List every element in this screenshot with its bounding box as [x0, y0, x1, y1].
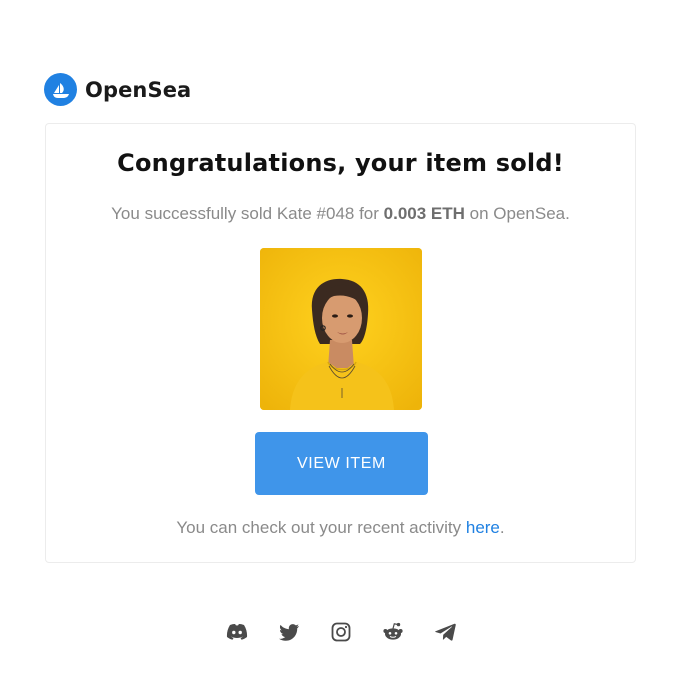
brand-header[interactable]: OpenSea	[44, 73, 191, 106]
activity-message-prefix: You can check out your recent activity	[176, 518, 466, 537]
social-links	[225, 620, 457, 644]
view-item-button[interactable]: VIEW ITEM	[255, 432, 428, 495]
telegram-icon[interactable]	[433, 620, 457, 644]
nft-portrait-image[interactable]	[260, 248, 422, 410]
sale-message-prefix: You successfully sold Kate #048 for	[111, 204, 384, 223]
activity-message-suffix: .	[499, 518, 505, 537]
sale-notification-card: Congratulations, your item sold! You suc…	[45, 123, 636, 563]
sale-amount: 0.003 ETH	[383, 204, 465, 223]
activity-here-link[interactable]: here	[466, 518, 500, 537]
email-page: OpenSea Congratulations, your item sold!…	[0, 0, 680, 680]
twitter-icon[interactable]	[277, 620, 301, 644]
sale-message: You successfully sold Kate #048 for 0.00…	[46, 204, 635, 224]
headline: Congratulations, your item sold!	[117, 149, 564, 177]
sale-message-suffix: on OpenSea.	[464, 204, 570, 223]
brand-name: OpenSea	[85, 77, 192, 102]
opensea-logo-icon	[44, 73, 77, 106]
activity-message: You can check out your recent activity h…	[46, 518, 635, 538]
discord-icon[interactable]	[225, 620, 249, 644]
instagram-icon[interactable]	[329, 620, 353, 644]
reddit-icon[interactable]	[381, 620, 405, 644]
